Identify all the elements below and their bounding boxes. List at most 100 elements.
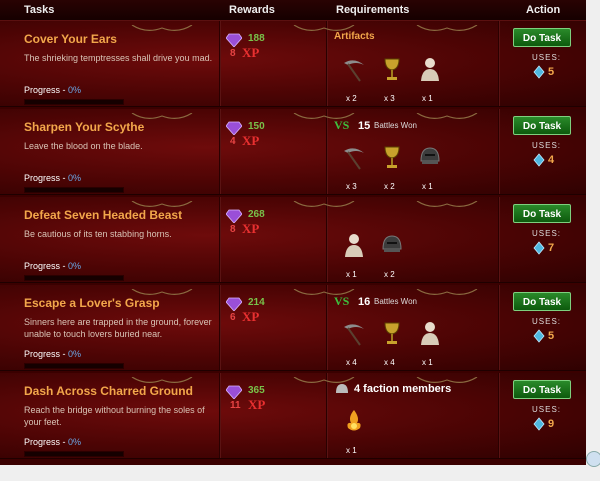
item-count: x 2 (384, 182, 395, 191)
uses-count: 5 (548, 66, 555, 78)
item-count: x 1 (346, 446, 357, 455)
xp-value: 4 (230, 136, 236, 147)
vs-badge: VS (334, 118, 350, 132)
bust-icon (340, 231, 368, 259)
energy-gem-icon (532, 329, 546, 348)
row-ornament (130, 373, 194, 383)
uses-label: USES: (532, 53, 562, 62)
xp-value: 8 (230, 224, 236, 235)
chalice-icon (378, 319, 406, 347)
header-requirements: Requirements (336, 4, 410, 16)
xp-label: XP (248, 397, 266, 412)
scythe-icon (340, 55, 368, 83)
column-divider (498, 373, 499, 458)
xp-label: XP (242, 133, 260, 148)
progress-text: Progress - (24, 261, 69, 271)
gold-reward: 150 (248, 121, 265, 132)
row-ornament (130, 285, 194, 295)
progress-label: Progress - 0% (24, 437, 81, 447)
column-divider (219, 373, 220, 458)
item-count: x 1 (422, 358, 433, 367)
bust-icon (416, 55, 444, 83)
progress-bar (24, 275, 124, 281)
progress-bar (24, 99, 124, 105)
task-row: Cover Your Ears The shrieking temptresses… (0, 21, 586, 107)
item-count: x 2 (346, 94, 357, 103)
helmet-icon (416, 143, 444, 171)
column-divider (498, 109, 499, 194)
progress-label: Progress - 0% (24, 173, 81, 183)
xp-value: 8 (230, 48, 236, 59)
energy-gem-icon (532, 153, 546, 172)
gold-reward: 365 (248, 385, 265, 396)
do-task-button[interactable]: Do Task (513, 292, 571, 311)
item-count: x 4 (384, 358, 395, 367)
energy-gem-icon (532, 241, 546, 260)
row-ornament (415, 373, 479, 383)
uses-count: 7 (548, 242, 555, 254)
progress-text: Progress - (24, 173, 69, 183)
do-task-button[interactable]: Do Task (513, 380, 571, 399)
task-description: Reach the bridge without burning the sol… (24, 405, 205, 427)
uses-label: USES: (532, 405, 562, 414)
progress-label: Progress - 0% (24, 85, 81, 95)
uses-label: USES: (532, 229, 562, 238)
helmet-icon (378, 231, 406, 259)
row-ornament (292, 21, 356, 31)
task-description: The shrieking temptresses shall drive yo… (24, 53, 213, 63)
battles-label: Battles Won (374, 297, 417, 306)
faction-helmet-icon (334, 381, 350, 397)
progress-value: 0% (68, 437, 82, 447)
gold-reward: 268 (248, 209, 265, 220)
item-count: x 3 (384, 94, 395, 103)
scythe-icon (340, 143, 368, 171)
progress-text: Progress - (24, 349, 69, 359)
xp-label: XP (242, 309, 260, 324)
row-ornament (130, 109, 194, 119)
task-title: Escape a Lover's Grasp (24, 296, 160, 310)
help-icon[interactable] (586, 451, 600, 467)
progress-text: Progress - (24, 85, 69, 95)
task-title: Dash Across Charred Ground (24, 384, 193, 398)
task-description: Be cautious of its ten stabbing horns. (24, 229, 172, 239)
item-count: x 4 (346, 358, 357, 367)
scythe-icon (340, 319, 368, 347)
vs-badge: VS (334, 294, 350, 308)
progress-value: 0% (68, 173, 82, 183)
xp-value: 6 (230, 312, 236, 323)
task-row: Dash Across Charred Ground Reach the brid… (0, 373, 586, 459)
task-description: Leave the blood on the blade. (24, 141, 143, 151)
progress-bar (24, 187, 124, 193)
task-row: Sharpen Your Scythe Leave the blood on th… (0, 109, 586, 195)
task-title: Cover Your Ears (24, 32, 117, 46)
progress-value: 0% (68, 85, 82, 95)
row-ornament (415, 197, 479, 207)
do-task-button[interactable]: Do Task (513, 116, 571, 135)
task-row: Escape a Lover's Grasp Sinners here are t… (0, 285, 586, 371)
progress-label: Progress - 0% (24, 261, 81, 271)
faction-requirement: 4 faction members (354, 383, 452, 395)
table-header: Tasks Rewards Requirements Action (0, 0, 586, 21)
energy-gem-icon (532, 417, 546, 436)
header-tasks: Tasks (24, 4, 55, 16)
progress-value: 0% (68, 261, 82, 271)
row-ornament (130, 197, 194, 207)
do-task-button[interactable]: Do Task (513, 204, 571, 223)
task-description: Sinners here are trapped in the ground, … (24, 317, 212, 339)
header-action: Action (526, 4, 561, 16)
chalice-icon (378, 143, 406, 171)
column-divider (219, 109, 220, 194)
column-divider (498, 21, 499, 106)
column-divider (498, 197, 499, 282)
row-ornament (292, 197, 356, 207)
task-panel: Tasks Rewards Requirements Action Cover … (0, 0, 586, 465)
item-count: x 1 (422, 94, 433, 103)
battles-count: 15 (358, 120, 371, 132)
item-count: x 1 (346, 270, 357, 279)
row-ornament (130, 21, 194, 31)
task-title: Defeat Seven Headed Beast (24, 208, 183, 222)
item-count: x 2 (384, 270, 395, 279)
progress-value: 0% (68, 349, 82, 359)
do-task-button[interactable]: Do Task (513, 28, 571, 47)
xp-label: XP (242, 221, 260, 236)
